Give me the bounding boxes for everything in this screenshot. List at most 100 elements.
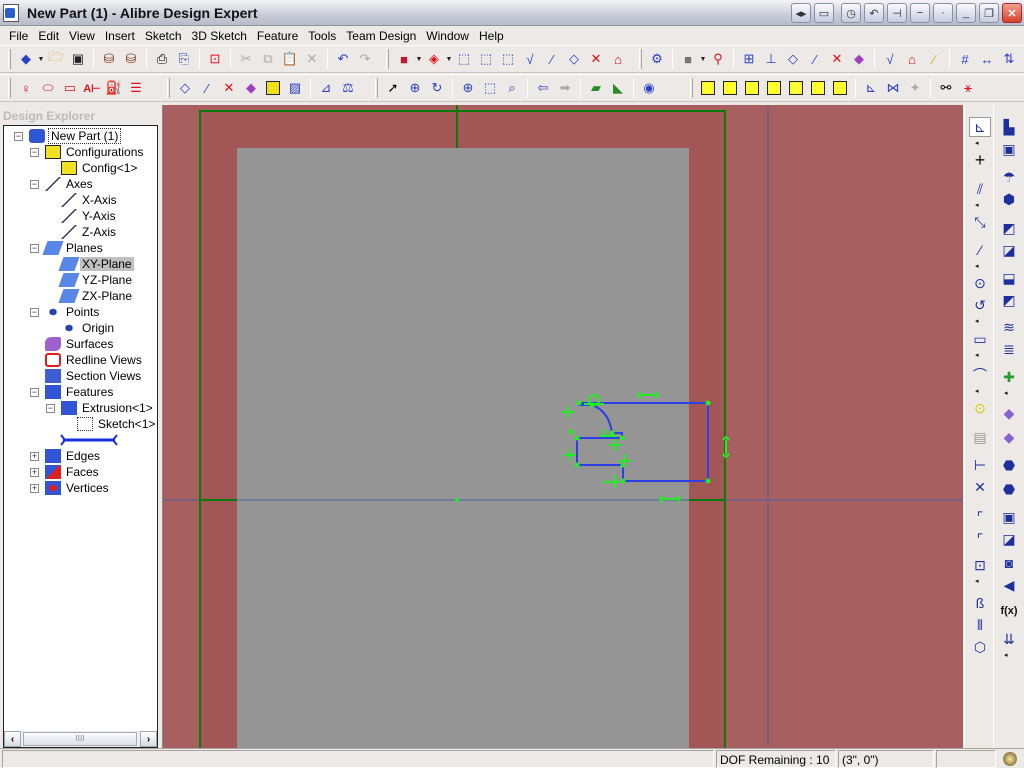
tree-node[interactable]: X-Axis <box>61 192 119 208</box>
expand-toggle[interactable]: + <box>30 483 39 493</box>
rollback-bar-icon[interactable] <box>59 433 119 447</box>
menu-3d-sketch[interactable]: 3D Sketch <box>187 29 252 43</box>
display-cube-icon[interactable]: ■ <box>393 48 415 70</box>
close-button[interactable]: ✕ <box>1002 3 1022 23</box>
sketch-vertex[interactable] <box>705 400 711 406</box>
constraint-dims-icon[interactable]: ⇊ <box>998 629 1020 649</box>
toolbar-grip[interactable] <box>8 78 11 98</box>
tree-node[interactable]: ZX-Plane <box>58 288 134 304</box>
show-hide-points-icon[interactable]: ✕ <box>826 48 848 70</box>
scroll-thumb[interactable]: IIII <box>23 732 137 746</box>
restore-button[interactable]: ❐ <box>979 3 999 23</box>
collapse-toggle[interactable]: − <box>30 387 39 397</box>
shell-icon[interactable]: ▣ <box>998 507 1020 527</box>
toolbar-grip[interactable] <box>167 78 170 98</box>
view-left-cube-icon[interactable] <box>741 77 763 99</box>
import-feature-icon[interactable]: ◀ <box>998 575 1020 595</box>
scroll-left-button[interactable]: ‹ <box>4 731 21 747</box>
show-hide-lines-icon[interactable]: ⁄ <box>804 48 826 70</box>
show-hide-ref-icon[interactable]: ⁄ <box>923 48 945 70</box>
show-hide-icon[interactable]: ⚲ <box>707 48 729 70</box>
tree-node[interactable]: − New Part (1) <box>14 128 122 144</box>
tree-node-label[interactable]: Section Views <box>64 369 143 383</box>
redline-ellipse-icon[interactable]: ⬭ <box>37 77 59 99</box>
collapse-toggle[interactable]: − <box>30 147 39 157</box>
new-part-icon[interactable]: ◆ <box>15 48 37 70</box>
intersect-icon[interactable]: ✕ <box>969 477 991 497</box>
3d-viewport[interactable] <box>162 105 963 748</box>
point-cross-icon[interactable]: + <box>969 150 991 170</box>
trim-icon[interactable]: ⊢ <box>969 455 991 475</box>
pointer-arrow-icon[interactable]: ➚ <box>382 77 404 99</box>
sketch-vertex[interactable] <box>620 478 626 484</box>
show-hide-redline-icon[interactable]: ⌂ <box>901 48 923 70</box>
minimize-bar-button[interactable]: − <box>910 3 930 23</box>
flyout-arrow[interactable]: ◂ <box>975 387 979 395</box>
select-faces-icon[interactable]: ⬚ <box>475 48 497 70</box>
tree-node-label[interactable]: Features <box>64 385 115 399</box>
tree-node[interactable]: Config<1> <box>61 160 139 176</box>
point-icon[interactable]: ⊙ <box>969 398 991 418</box>
draft-icon[interactable]: ◪ <box>998 529 1020 549</box>
viewport-canvas[interactable] <box>163 105 963 748</box>
tree-node[interactable]: − Features <box>30 384 115 400</box>
dimension-icon[interactable]: ⤡ <box>969 212 991 232</box>
shaded-cube-dropdown[interactable]: ▼ <box>699 56 707 63</box>
floppy-save-icon[interactable]: ▣ <box>67 48 89 70</box>
plane-icon[interactable]: ◇ <box>174 77 196 99</box>
tree-node-label[interactable]: Y-Axis <box>80 209 118 223</box>
redo-icon[interactable]: ↷ <box>354 48 376 70</box>
menu-insert[interactable]: Insert <box>100 29 140 43</box>
menu-help[interactable]: Help <box>474 29 509 43</box>
tree-node[interactable]: − Planes <box>30 240 105 256</box>
redline-freehand-icon[interactable]: ♀ <box>15 77 37 99</box>
collapse-toggle[interactable]: − <box>30 307 39 317</box>
helix-cut-icon[interactable]: ≣ <box>998 339 1020 359</box>
circle-icon[interactable]: ⊙ <box>969 273 991 293</box>
show-hide-features-icon[interactable]: ⊞ <box>738 48 760 70</box>
new-part-dropdown[interactable]: ▼ <box>37 56 45 63</box>
flyout-arrow[interactable]: ◂ <box>975 577 979 585</box>
view-back-cube-icon[interactable] <box>719 77 741 99</box>
tree-node[interactable]: − Axes <box>30 176 95 192</box>
zoom-fit-icon[interactable]: ⌕ <box>501 77 523 99</box>
tree-node[interactable]: Redline Views <box>45 352 144 368</box>
tree-node-label[interactable]: Z-Axis <box>80 225 118 239</box>
expand-toggle[interactable]: + <box>30 467 39 477</box>
collapse-toggle[interactable]: − <box>14 131 23 141</box>
toolbar-grip[interactable] <box>375 78 378 98</box>
section-view-icon[interactable]: ▨ <box>284 77 306 99</box>
sketch-vertex[interactable] <box>619 435 625 441</box>
zoom-in-icon[interactable]: ⊕ <box>457 77 479 99</box>
redline-rectangle-icon[interactable]: ▭ <box>59 77 81 99</box>
design-explorer-tree[interactable]: − New Part (1) − Configurations Config<1> − Ax… <box>3 125 158 748</box>
mirror-region-icon[interactable]: ß <box>969 593 991 613</box>
tree-node-label[interactable]: Redline Views <box>64 353 144 367</box>
tree-node[interactable]: Y-Axis <box>61 208 118 224</box>
tree-node-label[interactable]: Faces <box>64 465 101 479</box>
tree-node[interactable]: + Edges <box>30 448 102 464</box>
select-sketch-icon[interactable]: √ <box>519 48 541 70</box>
scroll-right-button[interactable]: › <box>140 731 157 747</box>
menu-edit[interactable]: Edit <box>33 29 64 43</box>
project-to-sketch-icon[interactable]: ⬡ <box>969 637 991 657</box>
select-planes-icon[interactable]: ◇ <box>563 48 585 70</box>
tree-node-label[interactable]: YZ-Plane <box>80 273 134 287</box>
display-style-dropdown[interactable]: ▼ <box>415 56 423 63</box>
insert-feature-icon[interactable]: ✚ <box>998 367 1020 387</box>
redline-lineweight-icon[interactable]: ☰ <box>125 77 147 99</box>
rollback-bar[interactable] <box>59 432 119 448</box>
pan-left-right-button[interactable]: ◂▸ <box>791 3 811 23</box>
undo-icon[interactable]: ↶ <box>332 48 354 70</box>
sketch-vertex[interactable] <box>705 478 711 484</box>
undo-view-button[interactable]: ↶ <box>864 3 884 23</box>
dot-button[interactable]: · <box>933 3 953 23</box>
printer-icon[interactable]: ⎙ <box>151 48 173 70</box>
tree-node-label[interactable]: Edges <box>64 449 102 463</box>
thicken-icon[interactable]: ◆ <box>998 403 1020 423</box>
tree-node-label[interactable]: New Part (1) <box>48 128 122 144</box>
show-hide-planes-icon[interactable]: ◇ <box>782 48 804 70</box>
tree-node-label[interactable]: Config<1> <box>80 161 139 175</box>
equations-icon[interactable]: f(x) <box>998 601 1020 621</box>
toolbar-grip[interactable] <box>639 49 642 69</box>
